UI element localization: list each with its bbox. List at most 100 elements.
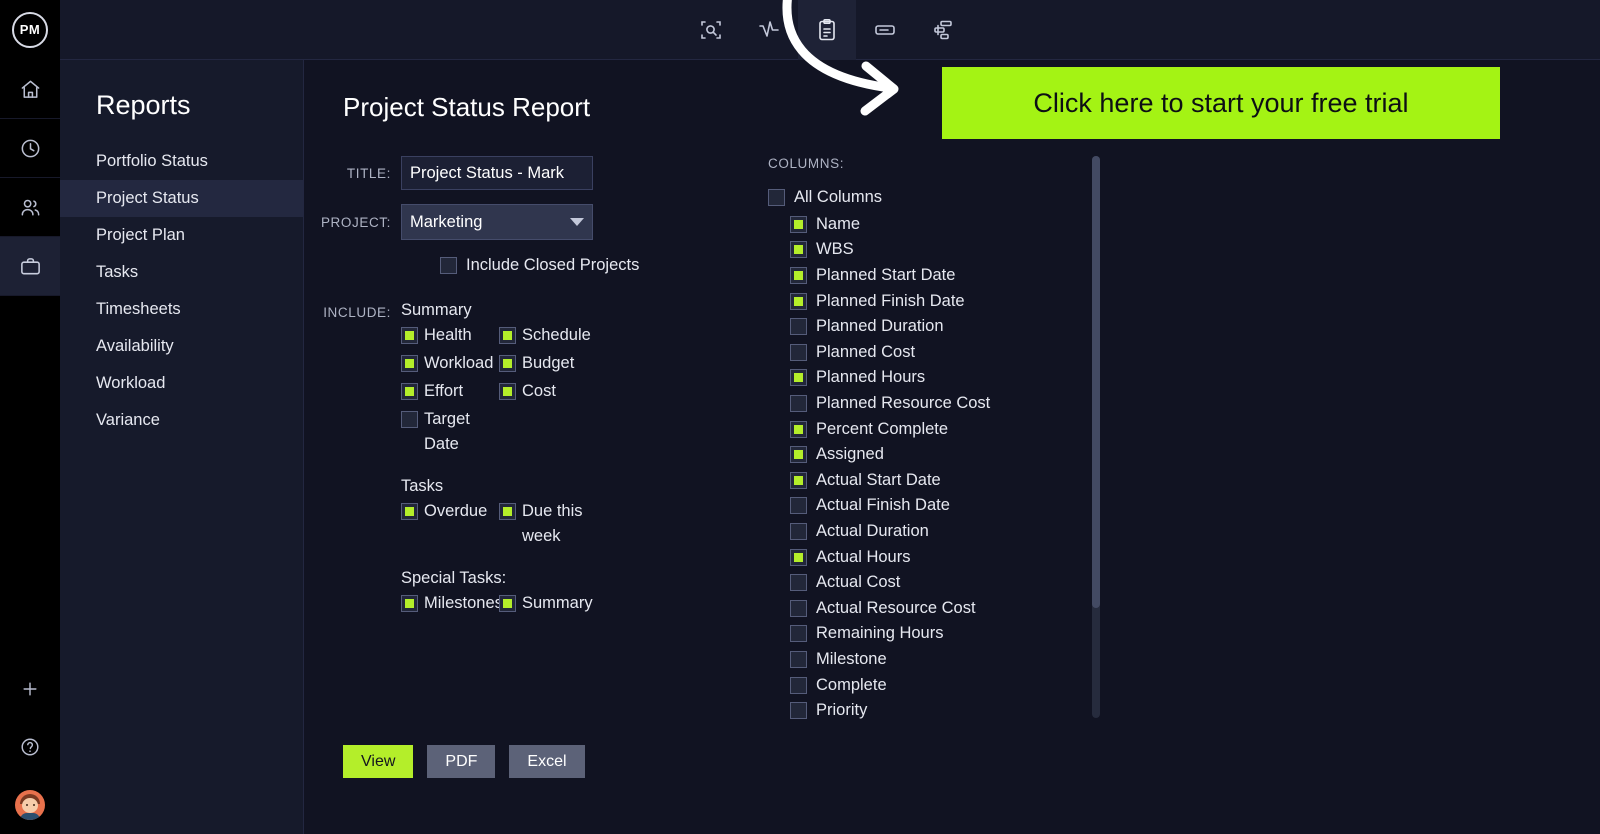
- view-button[interactable]: View: [343, 745, 414, 778]
- column-option-percent-complete[interactable]: Percent Complete: [768, 416, 1098, 442]
- sidebar-item-portfolio-status[interactable]: Portfolio Status: [60, 143, 303, 180]
- include-option-milestones[interactable]: Milestones: [401, 591, 503, 616]
- briefcase-icon[interactable]: [0, 237, 60, 296]
- sidebar-item-workload[interactable]: Workload: [60, 365, 303, 402]
- avatar[interactable]: [0, 776, 60, 834]
- column-option-planned-finish-date[interactable]: Planned Finish Date: [768, 288, 1098, 314]
- checkbox-box[interactable]: [499, 595, 516, 612]
- include-option-summary[interactable]: Summary: [499, 591, 597, 616]
- include-option-due-this-week[interactable]: Due this week: [499, 499, 597, 549]
- checkbox-box[interactable]: [401, 411, 418, 428]
- checkbox-box[interactable]: [790, 471, 807, 489]
- checkbox-box[interactable]: [401, 503, 418, 520]
- column-option-actual-duration[interactable]: Actual Duration: [768, 519, 1098, 545]
- column-option-remaining-hours[interactable]: Remaining Hours: [768, 621, 1098, 647]
- checkbox-label: Planned Finish Date: [816, 291, 965, 310]
- checkbox-box[interactable]: [790, 267, 807, 285]
- include-option-target-date[interactable]: Target Date: [401, 407, 499, 457]
- sidebar-item-variance[interactable]: Variance: [60, 402, 303, 439]
- checkbox-box[interactable]: [790, 548, 807, 566]
- column-option-planned-hours[interactable]: Planned Hours: [768, 365, 1098, 391]
- checkbox-box[interactable]: [499, 327, 516, 344]
- checkbox-box[interactable]: [401, 355, 418, 372]
- column-option-complete[interactable]: Complete: [768, 672, 1098, 698]
- include-closed-projects-box[interactable]: [440, 257, 457, 274]
- checkbox-box[interactable]: [790, 676, 807, 694]
- columns-scrollbar[interactable]: [1092, 156, 1100, 718]
- checkbox-box[interactable]: [790, 369, 807, 387]
- home-icon[interactable]: [0, 60, 60, 119]
- column-option-actual-cost[interactable]: Actual Cost: [768, 570, 1098, 596]
- scan-search-icon[interactable]: [682, 0, 740, 60]
- column-option-priority[interactable]: Priority: [768, 698, 1098, 724]
- column-option-planned-start-date[interactable]: Planned Start Date: [768, 263, 1098, 289]
- checkbox-box[interactable]: [790, 318, 807, 336]
- activity-pulse-icon[interactable]: [740, 0, 798, 60]
- checkbox-box[interactable]: [790, 241, 807, 259]
- help-icon[interactable]: [0, 718, 60, 776]
- column-option-actual-hours[interactable]: Actual Hours: [768, 544, 1098, 570]
- all-columns-box[interactable]: [768, 189, 785, 207]
- checkbox-box[interactable]: [790, 574, 807, 592]
- checkbox-box[interactable]: [790, 292, 807, 310]
- sidebar-item-timesheets[interactable]: Timesheets: [60, 291, 303, 328]
- columns-scrollbar-thumb[interactable]: [1092, 156, 1100, 608]
- checkbox-box[interactable]: [790, 599, 807, 617]
- column-option-actual-resource-cost[interactable]: Actual Resource Cost: [768, 596, 1098, 622]
- checkbox-box[interactable]: [499, 503, 516, 520]
- column-option-milestone[interactable]: Milestone: [768, 647, 1098, 673]
- include-option-schedule[interactable]: Schedule: [499, 323, 597, 348]
- title-input[interactable]: Project Status - Mark: [401, 156, 593, 190]
- project-select-value: Marketing: [410, 212, 483, 231]
- clock-icon[interactable]: [0, 119, 60, 178]
- card-view-icon[interactable]: [856, 0, 914, 60]
- sidebar-item-project-status[interactable]: Project Status: [60, 180, 303, 217]
- include-option-health[interactable]: Health: [401, 323, 499, 348]
- checkbox-box[interactable]: [790, 625, 807, 643]
- column-option-planned-resource-cost[interactable]: Planned Resource Cost: [768, 391, 1098, 417]
- column-option-actual-finish-date[interactable]: Actual Finish Date: [768, 493, 1098, 519]
- checkbox-box[interactable]: [790, 420, 807, 438]
- sidebar-item-availability[interactable]: Availability: [60, 328, 303, 365]
- pdf-button[interactable]: PDF: [427, 745, 496, 778]
- clipboard-report-icon[interactable]: [798, 0, 856, 60]
- checkbox-box[interactable]: [790, 395, 807, 413]
- checkbox-box[interactable]: [790, 497, 807, 515]
- include-option-workload[interactable]: Workload: [401, 351, 499, 376]
- sidebar-item-tasks[interactable]: Tasks: [60, 254, 303, 291]
- project-select[interactable]: Marketing: [401, 204, 593, 240]
- checkbox-box[interactable]: [790, 650, 807, 668]
- free-trial-cta-banner[interactable]: Click here to start your free trial: [942, 67, 1500, 139]
- include-option-overdue[interactable]: Overdue: [401, 499, 499, 549]
- button-label: PDF: [445, 752, 478, 770]
- checkbox-box[interactable]: [790, 702, 807, 720]
- column-option-name[interactable]: Name: [768, 212, 1098, 238]
- checkbox-label: Remaining Hours: [816, 624, 944, 643]
- column-option-wbs[interactable]: WBS: [768, 237, 1098, 263]
- checkbox-box[interactable]: [790, 446, 807, 464]
- people-icon[interactable]: [0, 178, 60, 237]
- chevron-down-icon: [570, 218, 584, 226]
- checkbox-box[interactable]: [499, 383, 516, 400]
- checkbox-box[interactable]: [499, 355, 516, 372]
- app-logo[interactable]: PM: [0, 0, 60, 60]
- checkbox-box[interactable]: [401, 383, 418, 400]
- excel-button[interactable]: Excel: [509, 745, 585, 778]
- all-columns-checkbox[interactable]: All Columns: [768, 185, 1098, 211]
- column-option-actual-start-date[interactable]: Actual Start Date: [768, 468, 1098, 494]
- checkbox-box[interactable]: [790, 343, 807, 361]
- checkbox-box[interactable]: [790, 215, 807, 233]
- gantt-icon[interactable]: [914, 0, 972, 60]
- column-option-planned-duration[interactable]: Planned Duration: [768, 314, 1098, 340]
- plus-icon[interactable]: [0, 660, 60, 718]
- left-nav-rail: [0, 60, 60, 834]
- column-option-planned-cost[interactable]: Planned Cost: [768, 340, 1098, 366]
- checkbox-box[interactable]: [401, 595, 418, 612]
- checkbox-box[interactable]: [790, 523, 807, 541]
- include-option-effort[interactable]: Effort: [401, 379, 499, 404]
- column-option-assigned[interactable]: Assigned: [768, 442, 1098, 468]
- include-option-budget[interactable]: Budget: [499, 351, 597, 376]
- include-option-cost[interactable]: Cost: [499, 379, 597, 404]
- checkbox-box[interactable]: [401, 327, 418, 344]
- sidebar-item-project-plan[interactable]: Project Plan: [60, 217, 303, 254]
